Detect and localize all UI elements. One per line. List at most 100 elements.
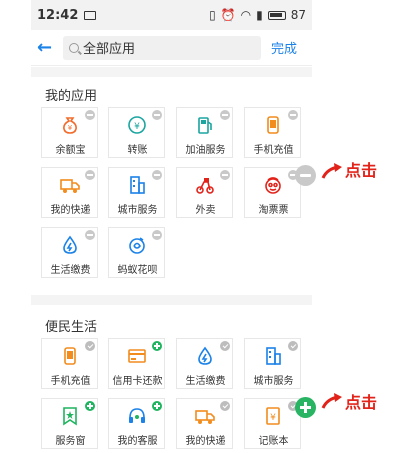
headset-icon bbox=[127, 406, 147, 426]
remove-badge-icon[interactable] bbox=[220, 170, 230, 180]
app-tile[interactable]: 我的客服 bbox=[108, 398, 165, 449]
app-label: 我的快递 bbox=[185, 436, 226, 447]
phone-screen: 12:42 ▯ ⏰ ◠ ▮ 87 ← 全部应用 完成 我的应用 ¥ 余额宝 ¥ 转账 加… bbox=[31, 0, 312, 453]
transfer-icon: ¥ bbox=[127, 115, 147, 135]
back-arrow-icon[interactable]: ← bbox=[37, 37, 59, 58]
remove-callout-icon bbox=[295, 165, 316, 186]
callout-text-add: 点击 bbox=[345, 393, 378, 412]
search-icon bbox=[69, 42, 79, 53]
app-tile[interactable]: 淘票票 bbox=[244, 167, 301, 218]
add-callout-icon bbox=[295, 397, 316, 418]
remove-badge-icon[interactable] bbox=[85, 110, 95, 120]
app-label: 淘票票 bbox=[258, 205, 289, 216]
search-input[interactable]: 全部应用 bbox=[63, 35, 261, 60]
status-time: 12:42 bbox=[37, 7, 79, 23]
drop-icon bbox=[60, 235, 80, 255]
app-label: 服务窗 bbox=[55, 436, 86, 447]
my-apps-title: 我的应用 bbox=[45, 89, 98, 104]
scooter-icon bbox=[195, 175, 215, 195]
app-tile[interactable]: 生活缴费 bbox=[41, 227, 98, 278]
ledger-icon: ¥ bbox=[263, 406, 283, 426]
status-bar: 12:42 ▯ ⏰ ◠ ▮ 87 bbox=[31, 0, 312, 30]
remove-badge-icon[interactable] bbox=[152, 170, 162, 180]
add-badge-icon[interactable] bbox=[85, 401, 95, 411]
app-tile[interactable]: ¥ 转账 bbox=[108, 107, 165, 158]
drop-icon bbox=[195, 346, 215, 366]
svg-text:¥: ¥ bbox=[134, 122, 140, 132]
app-tile[interactable]: 城市服务 bbox=[108, 167, 165, 218]
app-label: 手机充值 bbox=[253, 145, 294, 156]
alarm-icon: ⏰ bbox=[220, 8, 236, 22]
callout-text-remove: 点击 bbox=[345, 161, 378, 180]
svg-text:¥: ¥ bbox=[68, 124, 73, 132]
money-bag-icon: ¥ bbox=[60, 115, 80, 135]
app-label: 转账 bbox=[127, 145, 148, 156]
truck-icon bbox=[195, 406, 215, 426]
app-tile[interactable]: 蚂蚁花呗 bbox=[108, 227, 165, 278]
truck-icon bbox=[60, 175, 80, 195]
app-label: 外卖 bbox=[195, 205, 216, 216]
card-icon bbox=[127, 346, 147, 366]
app-label: 余额宝 bbox=[55, 145, 86, 156]
check-badge-icon bbox=[85, 341, 95, 351]
app-tile[interactable]: 信用卡还款 bbox=[108, 338, 165, 389]
building-icon bbox=[263, 346, 283, 366]
section-divider bbox=[31, 67, 312, 77]
red-arrow-icon bbox=[321, 163, 342, 179]
app-label: 生活缴费 bbox=[185, 376, 226, 387]
svg-text:¥: ¥ bbox=[270, 413, 276, 423]
app-label: 我的客服 bbox=[117, 436, 158, 447]
check-badge-icon bbox=[288, 341, 298, 351]
image-notification-icon bbox=[84, 10, 97, 20]
app-label: 城市服务 bbox=[117, 205, 158, 216]
app-tile[interactable]: ¥ 记账本 bbox=[244, 398, 301, 449]
convenience-title: 便民生活 bbox=[45, 320, 98, 335]
remove-badge-icon[interactable] bbox=[152, 110, 162, 120]
app-tile[interactable]: 手机充值 bbox=[41, 338, 98, 389]
vibrate-icon: ▯ bbox=[209, 8, 216, 22]
red-arrow-icon bbox=[321, 393, 342, 409]
done-button[interactable]: 完成 bbox=[271, 38, 297, 57]
face-icon bbox=[263, 175, 283, 195]
search-bar: ← 全部应用 完成 bbox=[31, 30, 312, 66]
check-badge-icon bbox=[220, 401, 230, 411]
wifi-icon: ◠ bbox=[240, 8, 252, 22]
battery-icon bbox=[267, 10, 286, 20]
remove-badge-icon[interactable] bbox=[85, 170, 95, 180]
add-badge-icon[interactable] bbox=[152, 401, 162, 411]
app-tile[interactable]: 加油服务 bbox=[176, 107, 233, 158]
signal-icon: ▮ bbox=[256, 8, 263, 22]
remove-badge-icon[interactable] bbox=[152, 230, 162, 240]
star-bookmark-icon bbox=[60, 406, 80, 426]
phone-icon bbox=[263, 115, 283, 135]
app-tile[interactable]: ¥ 余额宝 bbox=[41, 107, 98, 158]
app-label: 信用卡还款 bbox=[112, 376, 163, 387]
check-badge-icon bbox=[220, 341, 230, 351]
app-tile[interactable]: 手机充值 bbox=[244, 107, 301, 158]
battery-level: 87 bbox=[290, 8, 306, 22]
app-label: 加油服务 bbox=[185, 145, 226, 156]
app-label: 城市服务 bbox=[253, 376, 294, 387]
section-divider bbox=[31, 295, 312, 305]
add-badge-icon[interactable] bbox=[152, 341, 162, 351]
search-query: 全部应用 bbox=[83, 42, 136, 57]
remove-badge-icon[interactable] bbox=[288, 110, 298, 120]
app-label: 手机充值 bbox=[50, 376, 91, 387]
phone-icon bbox=[60, 346, 80, 366]
remove-badge-icon[interactable] bbox=[85, 230, 95, 240]
app-label: 生活缴费 bbox=[50, 265, 91, 276]
flower-icon bbox=[127, 235, 147, 255]
app-tile[interactable]: 我的快递 bbox=[176, 398, 233, 449]
app-label: 记账本 bbox=[258, 436, 289, 447]
app-label: 我的快递 bbox=[50, 205, 91, 216]
building-icon bbox=[127, 175, 147, 195]
remove-badge-icon[interactable] bbox=[220, 110, 230, 120]
app-tile[interactable]: 外卖 bbox=[176, 167, 233, 218]
app-tile[interactable]: 我的快递 bbox=[41, 167, 98, 218]
fuel-pump-icon bbox=[195, 115, 215, 135]
app-tile[interactable]: 服务窗 bbox=[41, 398, 98, 449]
status-icons: ▯ ⏰ ◠ ▮ 87 bbox=[209, 8, 306, 22]
app-tile[interactable]: 生活缴费 bbox=[176, 338, 233, 389]
app-label: 蚂蚁花呗 bbox=[117, 265, 158, 276]
app-tile[interactable]: 城市服务 bbox=[244, 338, 301, 389]
